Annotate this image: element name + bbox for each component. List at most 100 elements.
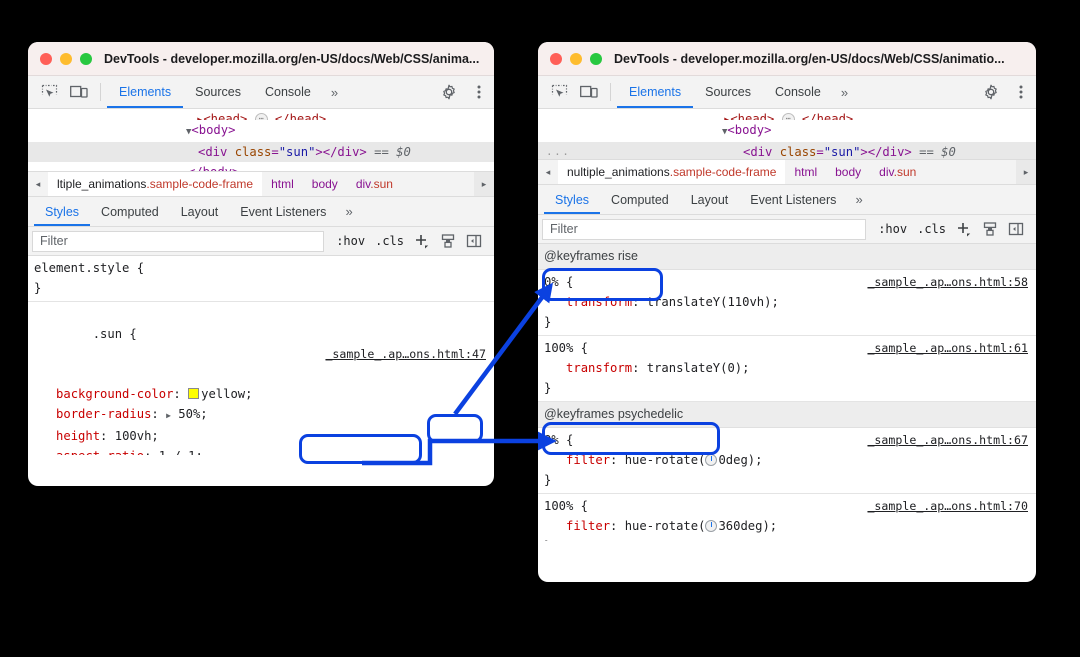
styles-tab-layout[interactable]: Layout (680, 185, 740, 214)
keyframes-header-psychedelic[interactable]: @keyframes psychedelic (538, 402, 1036, 428)
dom-line-head[interactable]: ▸<head> ⋯ </head> (538, 109, 1036, 120)
declaration-filter[interactable]: filter: hue-rotate(360deg); (538, 516, 1036, 536)
hov-button[interactable]: :hov (333, 234, 368, 248)
breadcrumb-item-div-sun[interactable]: div.sun (870, 165, 925, 179)
keyframe-rule-rise-100[interactable]: 100% {_sample_.ap…ons.html:61 transform:… (538, 336, 1036, 402)
declaration-property[interactable]: background-color (56, 387, 173, 401)
left-styles-rules[interactable]: element.style { } .sun { _sample_.ap…ons… (28, 256, 494, 455)
breadcrumb-item-frame[interactable]: nultiple_animations .sample-code-frame (558, 160, 786, 184)
declaration-transform[interactable]: transform: translateY(110vh); (538, 292, 1036, 312)
styles-tab-event-listeners[interactable]: Event Listeners (739, 185, 847, 214)
styles-tab-styles[interactable]: Styles (544, 185, 601, 214)
declaration-property[interactable]: filter (566, 453, 610, 467)
tab-sources[interactable]: Sources (183, 76, 253, 108)
style-copy-icon[interactable] (437, 233, 459, 249)
more-tabs-icon[interactable]: » (323, 76, 346, 108)
new-style-rule-button[interactable] (953, 221, 975, 237)
dom-line-head[interactable]: ▸<head> ⋯ </head> (28, 109, 494, 120)
breadcrumb-item-frame[interactable]: ltiple_animations .sample-code-frame (48, 172, 263, 196)
declaration-value[interactable]: yellow (201, 387, 245, 401)
kebab-menu-icon[interactable] (464, 84, 494, 100)
keyframe-selector[interactable]: 0% {_sample_.ap…ons.html:67 (538, 430, 1036, 450)
dom-line-div-sun[interactable]: <div class="sun"></div> == $0 (28, 142, 494, 162)
declaration-background-color[interactable]: background-color: yellow; (28, 384, 494, 404)
dom-line-body-open[interactable]: ▼<body> (538, 120, 1036, 142)
breadcrumb-scroll-right-icon[interactable]: ▸ (474, 172, 494, 196)
hov-button[interactable]: :hov (875, 222, 910, 236)
keyframe-selector[interactable]: 0% {_sample_.ap…ons.html:58 (538, 272, 1036, 292)
new-style-rule-button[interactable] (411, 233, 433, 249)
rule-origin-link[interactable]: _sample_.ap…ons.html:67 (867, 430, 1028, 450)
inspect-cursor-icon[interactable] (544, 76, 574, 108)
keyframe-rule-rise-0[interactable]: 0% {_sample_.ap…ons.html:58 transform: t… (538, 270, 1036, 336)
declaration-property[interactable]: filter (566, 519, 610, 533)
rule-origin-link[interactable]: _sample_.ap…ons.html:61 (867, 338, 1028, 358)
maximize-window-button[interactable] (590, 52, 602, 65)
tab-console[interactable]: Console (253, 76, 323, 108)
declaration-aspect-ratio[interactable]: aspect-ratio: 1 / 1; (28, 446, 494, 455)
keyframe-selector[interactable]: 100% {_sample_.ap…ons.html:61 (538, 338, 1036, 358)
declaration-property[interactable]: aspect-ratio (56, 449, 144, 455)
angle-swatch-icon[interactable] (705, 520, 718, 532)
right-styles-rules[interactable]: @keyframes rise 0% {_sample_.ap…ons.html… (538, 244, 1036, 541)
declaration-filter[interactable]: filter: hue-rotate(0deg); (538, 450, 1036, 470)
styles-more-tabs-icon[interactable]: » (337, 197, 360, 226)
filter-input[interactable]: Filter (542, 218, 867, 240)
rule-element-style[interactable]: element.style { } (28, 256, 494, 302)
cls-button[interactable]: .cls (914, 222, 949, 236)
collapsed-content-badge[interactable]: ⋯ (781, 113, 795, 120)
rule-sun[interactable]: .sun { _sample_.ap…ons.html:47 backgroun… (28, 302, 494, 455)
collapsed-content-badge[interactable]: ⋯ (254, 113, 268, 120)
breadcrumb-scroll-left-icon[interactable]: ◂ (538, 167, 558, 178)
gear-icon[interactable] (434, 84, 464, 100)
style-copy-icon[interactable] (979, 221, 1001, 237)
maximize-window-button[interactable] (80, 52, 92, 65)
close-window-button[interactable] (40, 52, 52, 65)
cls-button[interactable]: .cls (372, 234, 407, 248)
device-toolbar-icon[interactable] (574, 76, 604, 108)
rule-origin-link[interactable]: _sample_.ap…ons.html:47 (325, 344, 486, 364)
breadcrumb-item-html[interactable]: html (785, 165, 826, 179)
tab-sources[interactable]: Sources (693, 76, 763, 108)
declaration-value[interactable]: 1 / 1 (159, 449, 196, 455)
close-window-button[interactable] (550, 52, 562, 65)
angle-swatch-icon[interactable] (705, 454, 718, 466)
tab-elements[interactable]: Elements (107, 76, 184, 108)
keyframes-header-rise[interactable]: @keyframes rise (538, 244, 1036, 270)
breadcrumb-item-body[interactable]: body (303, 177, 347, 191)
minimize-window-button[interactable] (570, 52, 582, 65)
dom-line-body-open[interactable]: ▼<body> (28, 120, 494, 142)
expand-shorthand-icon[interactable]: ▶ (166, 411, 171, 420)
dom-row-overflow-dots[interactable]: ... (538, 142, 743, 159)
rule-origin-link[interactable]: _sample_.ap…ons.html:70 (867, 496, 1028, 516)
breadcrumb-item-body[interactable]: body (826, 165, 870, 179)
keyframe-selector[interactable]: 100% {_sample_.ap…ons.html:70 (538, 496, 1036, 516)
declaration-value[interactable]: 100vh (115, 429, 152, 443)
sidebar-toggle-icon[interactable] (463, 233, 485, 249)
styles-tab-event-listeners[interactable]: Event Listeners (229, 197, 337, 226)
declaration-value[interactable]: translateY(0); (647, 361, 750, 375)
device-toolbar-icon[interactable] (64, 76, 94, 108)
breadcrumb-item-html[interactable]: html (262, 177, 303, 191)
left-dom-tree[interactable]: ▸<head> ⋯ </head> ▼<body> <div class="su… (28, 109, 494, 171)
more-tabs-icon[interactable]: » (833, 76, 856, 108)
declaration-property[interactable]: transform (566, 361, 632, 375)
gear-icon[interactable] (976, 84, 1006, 100)
styles-tab-styles[interactable]: Styles (34, 197, 91, 226)
declaration-border-radius[interactable]: border-radius: ▶ 50%; (28, 404, 494, 426)
tab-elements[interactable]: Elements (617, 76, 694, 108)
rule-selector-sun[interactable]: .sun { _sample_.ap…ons.html:47 (28, 304, 494, 384)
declaration-height[interactable]: height: 100vh; (28, 426, 494, 446)
keyframe-rule-psychedelic-0[interactable]: 0% {_sample_.ap…ons.html:67 filter: hue-… (538, 428, 1036, 494)
breadcrumb-scroll-right-icon[interactable]: ▸ (1016, 160, 1036, 184)
styles-tab-computed[interactable]: Computed (600, 185, 680, 214)
declaration-value[interactable]: translateY(110vh); (647, 295, 779, 309)
styles-more-tabs-icon[interactable]: » (847, 185, 870, 214)
declaration-property[interactable]: transform (566, 295, 632, 309)
dom-line-body-close[interactable]: </body> (28, 162, 494, 171)
minimize-window-button[interactable] (60, 52, 72, 65)
rule-origin-link[interactable]: _sample_.ap…ons.html:58 (867, 272, 1028, 292)
styles-tab-layout[interactable]: Layout (170, 197, 230, 226)
declaration-value[interactable]: 50% (178, 407, 200, 421)
inspect-cursor-icon[interactable] (34, 76, 64, 108)
